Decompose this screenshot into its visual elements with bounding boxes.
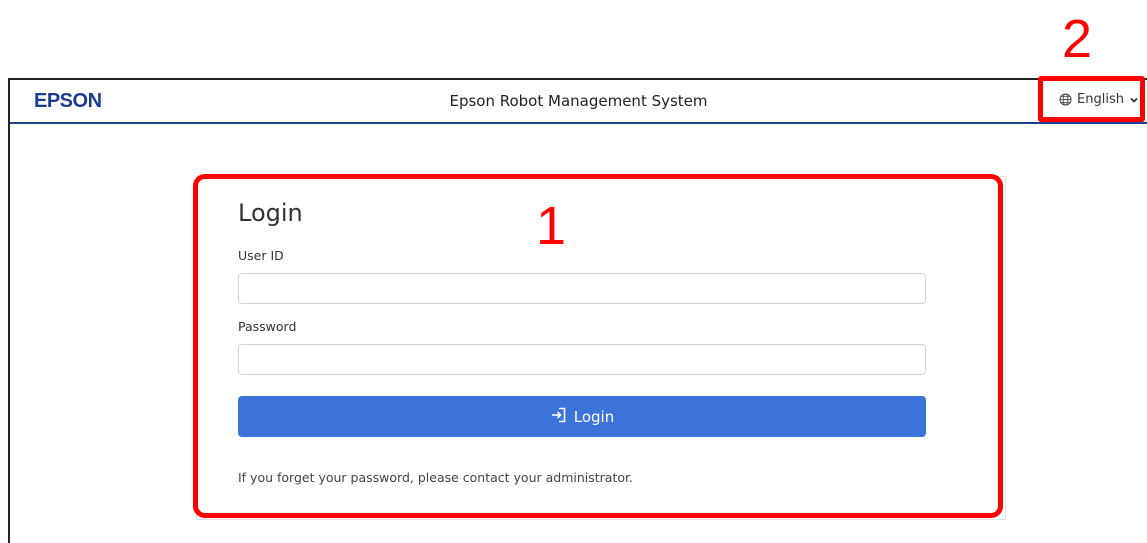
user-id-input[interactable] xyxy=(238,273,926,304)
annotation-number-2: 2 xyxy=(1062,9,1093,69)
globe-icon xyxy=(1059,93,1072,106)
app-window: EPSON Epson Robot Management System Engl… xyxy=(8,78,1147,543)
language-label: English xyxy=(1077,92,1124,107)
screenshot: EPSON Epson Robot Management System Engl… xyxy=(0,0,1147,543)
login-title: Login xyxy=(238,199,303,227)
login-button-label: Login xyxy=(573,407,615,426)
annotation-number-1: 1 xyxy=(536,196,567,256)
login-icon xyxy=(550,406,568,428)
forgot-password-note: If you forget your password, please cont… xyxy=(238,470,633,485)
user-id-label: User ID xyxy=(238,248,284,263)
language-selector[interactable]: English xyxy=(1059,92,1139,107)
chevron-down-icon xyxy=(1129,95,1139,105)
top-bar: EPSON Epson Robot Management System Engl… xyxy=(10,80,1147,124)
login-button[interactable]: Login xyxy=(238,396,926,437)
password-label: Password xyxy=(238,319,297,334)
password-input[interactable] xyxy=(238,344,926,375)
app-title: Epson Robot Management System xyxy=(449,92,708,110)
login-card: Login User ID Password Login If you forg… xyxy=(196,176,1006,520)
